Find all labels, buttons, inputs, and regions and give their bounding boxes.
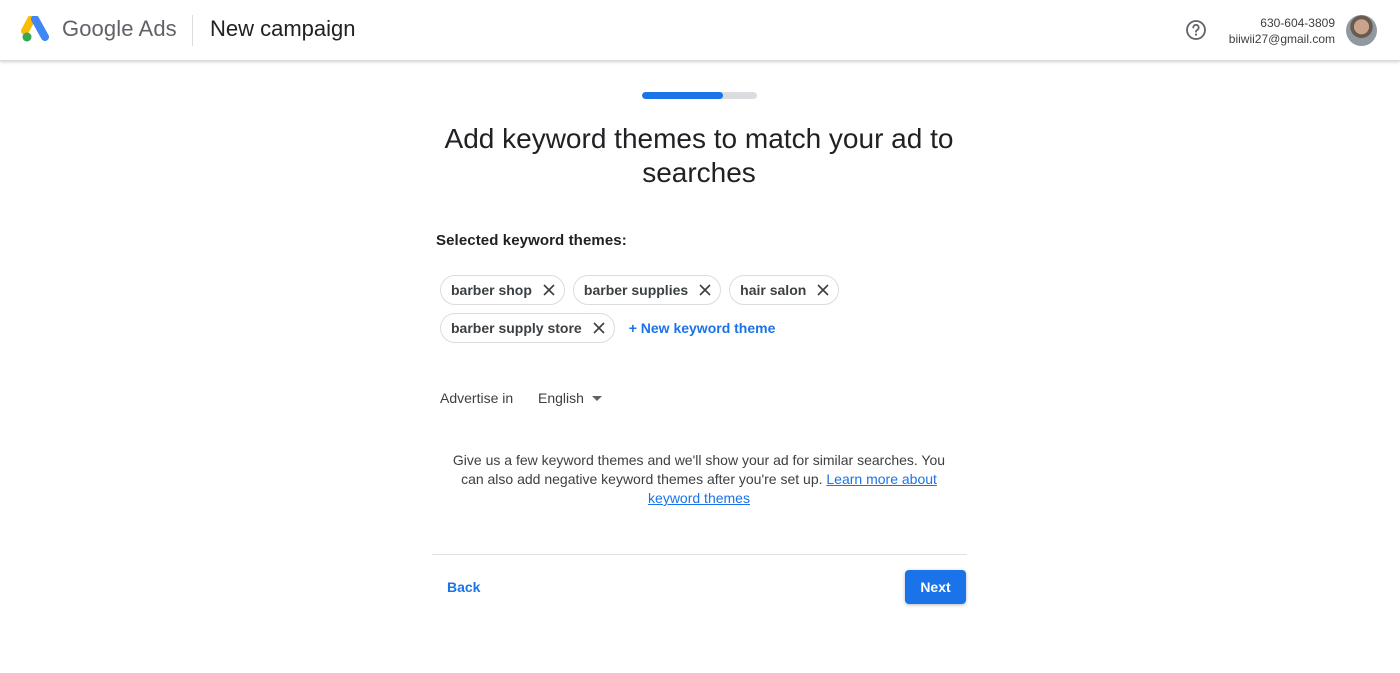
google-ads-logo-icon: [21, 16, 49, 42]
close-icon[interactable]: [814, 281, 832, 299]
close-icon[interactable]: [696, 281, 714, 299]
next-button[interactable]: Next: [905, 570, 966, 604]
close-icon[interactable]: [540, 281, 558, 299]
page-title: Add keyword themes to match your ad to s…: [444, 123, 954, 188]
brand-name: Google Ads: [62, 16, 177, 41]
help-text: Give us a few keyword themes and we'll s…: [440, 451, 958, 508]
top-bar: Google Ads New campaign 630-604-3809 bii…: [0, 0, 1400, 61]
account-phone: 630-604-3809: [1260, 16, 1335, 30]
language-value: English: [538, 390, 584, 406]
close-icon[interactable]: [590, 319, 608, 337]
back-button[interactable]: Back: [436, 572, 491, 602]
keyword-chip-label: hair salon: [740, 282, 807, 298]
progress-bar: [642, 92, 757, 99]
keyword-chip-label: barber supplies: [583, 282, 689, 298]
help-circle-icon[interactable]: [1185, 19, 1207, 41]
header-divider: [192, 15, 193, 46]
page-name: New campaign: [210, 16, 356, 41]
chip-row: barber shop barber supplies hair salon: [440, 275, 860, 305]
chip-row: barber supply store + New keyword theme: [440, 313, 860, 343]
keyword-chip-label: barber supply store: [451, 320, 582, 336]
keyword-chip: barber supply store: [440, 313, 615, 343]
progress-bar-fill: [642, 92, 723, 99]
keyword-chip: barber supplies: [572, 275, 722, 305]
keyword-theme-chips: barber shop barber supplies hair salon b…: [440, 275, 860, 351]
keyword-chip-label: barber shop: [451, 282, 532, 298]
footer-divider: [432, 554, 967, 555]
language-select[interactable]: English: [538, 390, 602, 406]
new-keyword-theme-button[interactable]: + New keyword theme: [629, 320, 776, 336]
keyword-chip: barber shop: [440, 275, 565, 305]
advertise-in-label: Advertise in: [440, 390, 514, 406]
keyword-chip: hair salon: [729, 275, 840, 305]
account-email: biiwii27@gmail.com: [1228, 32, 1335, 46]
account-info[interactable]: 630-604-3809 biiwii27@gmail.com: [1229, 15, 1335, 47]
avatar[interactable]: [1346, 15, 1377, 46]
caret-down-icon: [591, 395, 602, 401]
selected-keyword-themes-label: Selected keyword themes:: [436, 232, 627, 249]
